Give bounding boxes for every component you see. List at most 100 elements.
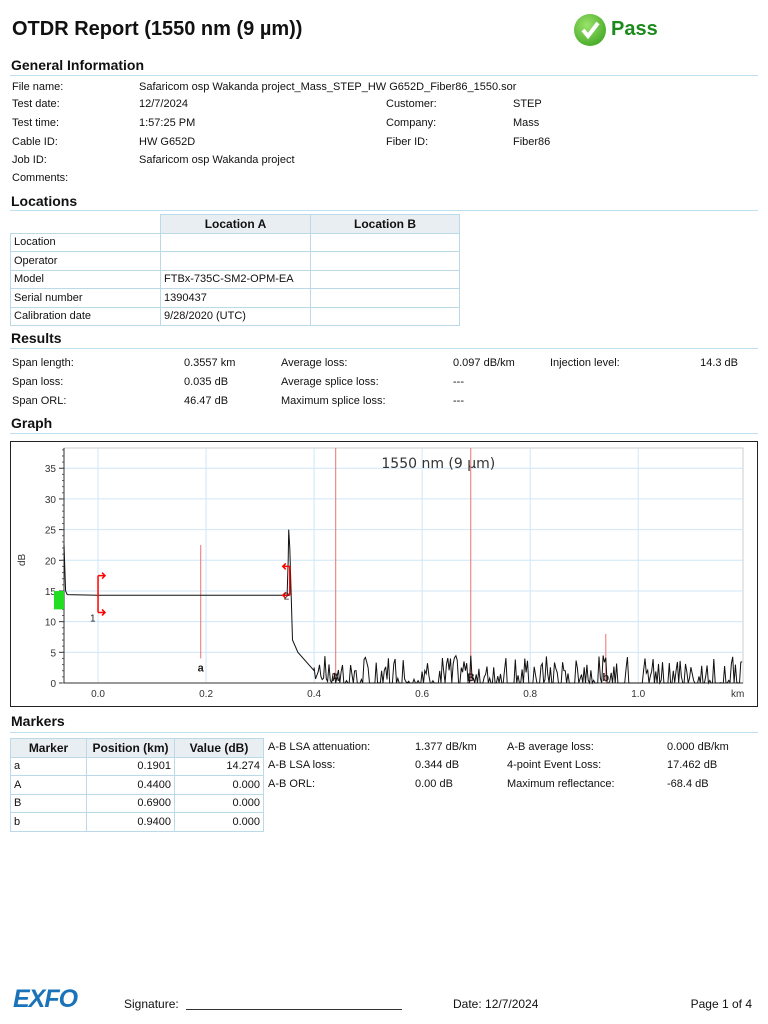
test-date: 12/7/2024 <box>139 98 188 110</box>
x-tick-label: 1.0 <box>631 689 645 700</box>
label: Average splice loss: <box>281 376 379 388</box>
average-splice-loss: --- <box>453 376 464 388</box>
location-b-value <box>310 269 460 289</box>
otdr-graph[interactable]: 0.0 0.2 0.4 0.6 0.8 1.0 0 5 10 15 20 25 30 35 km dB 1550… <box>10 441 758 707</box>
label: Job ID: <box>12 154 47 166</box>
span-loss: 0.035 dB <box>184 376 229 388</box>
table-row: Location <box>10 232 460 252</box>
marker-name: a <box>10 756 87 776</box>
col-header: Location B <box>310 214 460 234</box>
y-tick-label: 10 <box>45 618 57 629</box>
average-loss: 0.097 dB/km <box>453 357 515 369</box>
x-tick-label: 0.0 <box>91 689 105 700</box>
x-axis-label: km <box>731 689 744 700</box>
location-a-value <box>160 251 311 271</box>
event-loss: 17.462 dB <box>667 759 718 771</box>
label: Company: <box>386 117 437 129</box>
table-row: b 0.9400 0.000 <box>10 812 264 832</box>
label: Maximum reflectance: <box>507 778 615 790</box>
label: A-B LSA loss: <box>268 759 336 771</box>
section-locations: Locations <box>11 193 78 209</box>
table-row: Calibration date 9/28/2020 (UTC) <box>10 306 460 326</box>
section-general: General Information <box>11 57 145 73</box>
label: Customer: <box>386 98 437 110</box>
plot-area <box>63 447 744 684</box>
x-tick-label: 0.4 <box>307 689 321 700</box>
location-a-value: 9/28/2020 (UTC) <box>160 306 311 326</box>
lsa-loss: 0.344 dB <box>415 759 460 771</box>
label: Average loss: <box>281 357 348 369</box>
marker-position: 0.1901 <box>86 756 175 776</box>
y-tick-label: 25 <box>45 526 57 537</box>
job-id: Safaricom osp Wakanda project <box>139 154 295 166</box>
y-tick-label: 0 <box>50 679 56 690</box>
event-label: 1 <box>90 614 96 625</box>
signature-line <box>186 1009 402 1010</box>
max-reflectance: -68.4 dB <box>667 778 709 790</box>
col-header: Position (km) <box>86 738 175 758</box>
signature-label: Signature: <box>124 997 179 1011</box>
customer: STEP <box>513 98 542 110</box>
col-header: Value (dB) <box>174 738 264 758</box>
location-b-value <box>310 232 460 252</box>
row-label: Serial number <box>10 288 161 308</box>
footer-date: Date: 12/7/2024 <box>453 997 539 1011</box>
lsa-attenuation: 1.377 dB/km <box>415 741 477 753</box>
label: Injection level: <box>550 357 620 369</box>
marker-name: B <box>10 793 87 813</box>
cable-id: HW G652D <box>139 136 196 148</box>
location-b-value <box>310 251 460 271</box>
exfo-logo: EXFO <box>13 985 78 1013</box>
y-tick-label: 5 <box>50 648 56 659</box>
fiber-id: Fiber86 <box>513 136 551 148</box>
label: Test time: <box>12 117 60 129</box>
label: Test date: <box>12 98 60 110</box>
span-length: 0.3557 km <box>184 357 236 369</box>
y-tick-label: 20 <box>45 556 57 567</box>
otdr-chart: 0.0 0.2 0.4 0.6 0.8 1.005101520253035kmdB1550… <box>17 447 744 700</box>
location-b-value <box>310 306 460 326</box>
span-orl: 46.47 dB <box>184 395 229 407</box>
ab-average-loss: 0.000 dB/km <box>667 741 729 753</box>
marker-label: a <box>198 662 205 674</box>
location-a-value <box>160 232 311 252</box>
chart-title: 1550 nm (9 µm) <box>381 456 495 472</box>
section-results: Results <box>11 330 62 346</box>
x-tick-label: 0.6 <box>415 689 429 700</box>
location-a-value: 1390437 <box>160 288 311 308</box>
launch-level-bar <box>54 590 64 610</box>
label: Maximum splice loss: <box>281 395 386 407</box>
x-tick-label: 0.8 <box>523 689 537 700</box>
row-label: Model <box>10 269 161 289</box>
location-b-value <box>310 288 460 308</box>
table-row: Serial number 1390437 <box>10 288 460 308</box>
check-icon <box>574 14 606 46</box>
marker-value: 0.000 <box>174 812 264 832</box>
row-label: Location <box>10 232 161 252</box>
label: Comments: <box>12 172 69 184</box>
event-label: 2 <box>284 591 290 602</box>
table-row: B 0.6900 0.000 <box>10 793 264 813</box>
section-graph: Graph <box>11 415 53 431</box>
empty-header <box>10 214 161 234</box>
table-row: a 0.1901 14.274 <box>10 756 264 776</box>
location-a-value: FTBx-735C-SM2-OPM-EA <box>160 269 311 289</box>
label: File name: <box>12 81 64 93</box>
marker-value: 0.000 <box>174 793 264 813</box>
y-tick-label: 30 <box>45 495 57 506</box>
page-title: OTDR Report (1550 nm (9 µm)) <box>12 18 303 40</box>
y-tick-label: 35 <box>45 464 57 475</box>
x-tick-label: 0.2 <box>199 689 213 700</box>
status-badge: Pass <box>611 18 658 40</box>
y-axis-label: dB <box>17 553 28 566</box>
marker-value: 0.000 <box>174 775 264 795</box>
marker-name: A <box>10 775 87 795</box>
table-row: Operator <box>10 251 460 271</box>
marker-name: b <box>10 812 87 832</box>
row-label: Calibration date <box>10 306 161 326</box>
injection-level: 14.3 dB <box>700 357 738 369</box>
marker-value: 14.274 <box>174 756 264 776</box>
label: Span length: <box>12 357 74 369</box>
marker-label: b <box>602 672 609 684</box>
page-number: Page 1 of 4 <box>690 997 752 1011</box>
